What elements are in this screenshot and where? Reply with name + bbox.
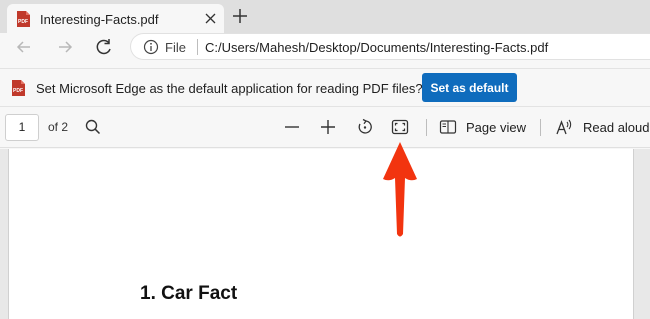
close-tab-icon[interactable] bbox=[203, 11, 218, 26]
page-view-label[interactable]: Page view bbox=[466, 120, 526, 135]
pdf-file-icon: PDF bbox=[12, 80, 25, 96]
pdf-toolbar: 1 of 2 Page view Read aloud bbox=[0, 108, 650, 148]
set-as-default-button[interactable]: Set as default bbox=[422, 73, 517, 102]
toolbar-divider bbox=[426, 119, 427, 136]
page-count: of 2 bbox=[48, 120, 69, 134]
forward-icon[interactable] bbox=[55, 37, 75, 57]
tab-strip: PDF Interesting-Facts.pdf bbox=[0, 0, 650, 33]
read-aloud-icon[interactable] bbox=[555, 118, 573, 136]
search-icon[interactable] bbox=[84, 118, 102, 136]
fit-to-page-icon[interactable] bbox=[391, 118, 409, 136]
back-icon[interactable] bbox=[14, 37, 34, 57]
read-aloud-label[interactable]: Read aloud bbox=[583, 120, 650, 135]
address-bar[interactable]: File C:/Users/Mahesh/Desktop/Documents/I… bbox=[130, 33, 650, 60]
annotation-arrow-icon bbox=[383, 142, 417, 237]
toolbar-divider bbox=[540, 119, 541, 136]
page-number-input[interactable]: 1 bbox=[5, 114, 39, 141]
pdf-page: 1. Car Fact bbox=[8, 149, 634, 319]
new-tab-icon[interactable] bbox=[231, 7, 249, 25]
infobar-message: Set Microsoft Edge as the default applic… bbox=[36, 81, 423, 96]
svg-text:PDF: PDF bbox=[18, 19, 28, 25]
refresh-icon[interactable] bbox=[94, 37, 114, 57]
info-icon[interactable] bbox=[143, 39, 159, 55]
document-heading: 1. Car Fact bbox=[140, 283, 238, 304]
url-scheme-label: File bbox=[165, 40, 186, 55]
default-app-infobar: PDF Set Microsoft Edge as the default ap… bbox=[0, 68, 650, 107]
svg-text:PDF: PDF bbox=[13, 88, 23, 94]
page-view-icon[interactable] bbox=[439, 118, 457, 136]
pdf-file-icon: PDF bbox=[17, 11, 30, 27]
url-text[interactable]: C:/Users/Mahesh/Desktop/Documents/Intere… bbox=[205, 40, 548, 55]
rotate-icon[interactable] bbox=[356, 118, 374, 136]
tab-interesting-facts[interactable]: PDF Interesting-Facts.pdf bbox=[7, 4, 224, 33]
zoom-out-icon[interactable] bbox=[283, 118, 301, 136]
address-divider bbox=[197, 39, 198, 55]
zoom-in-icon[interactable] bbox=[319, 118, 337, 136]
navigation-bar: File C:/Users/Mahesh/Desktop/Documents/I… bbox=[0, 33, 650, 62]
tab-title: Interesting-Facts.pdf bbox=[40, 12, 159, 27]
document-area: 1. Car Fact bbox=[0, 149, 650, 319]
